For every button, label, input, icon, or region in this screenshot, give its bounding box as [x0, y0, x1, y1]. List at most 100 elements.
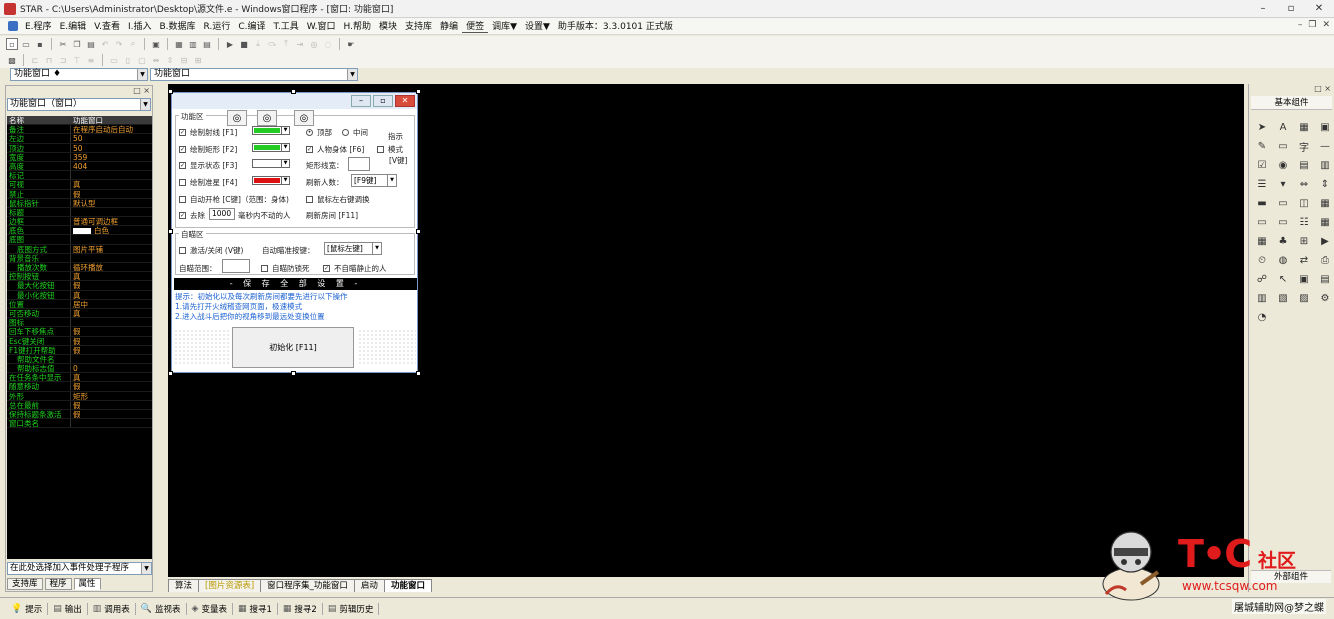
rect-color-picker[interactable]: ▼ [252, 143, 290, 152]
property-value[interactable]: 真 [71, 309, 152, 317]
run-icon[interactable]: ▶ [224, 38, 236, 50]
status-color-picker[interactable]: ▼ [252, 159, 290, 168]
property-value[interactable]: 假 [71, 190, 152, 198]
document-tab[interactable]: 窗口程序集_功能窗口 [260, 579, 355, 592]
cascade-icon[interactable]: ▤ [201, 38, 213, 50]
form-designer-window[interactable]: – ▫ ✕ 功能区 ◎ ◎ ◎ ✓ 绘制射线 [F1] ▼ ✓ 绘制矩形 [F2] … [171, 92, 418, 373]
menu-item[interactable]: 支持库 [401, 19, 436, 33]
clock-icon[interactable]: ◔ [1253, 309, 1271, 326]
form-icon[interactable]: ▧ [1274, 290, 1292, 307]
chart-icon[interactable]: ▦ [1316, 214, 1334, 231]
draw-rect-checkbox[interactable]: ✓ 绘制矩形 [F2] [179, 144, 237, 155]
page-icon[interactable]: ⊞ [1295, 233, 1313, 250]
grid-icon[interactable]: ▦ [1316, 195, 1334, 212]
property-value[interactable] [71, 235, 152, 243]
property-value[interactable]: 50 [71, 144, 152, 152]
report-icon[interactable]: ▥ [1253, 290, 1271, 307]
settings-icon[interactable]: ⚙ [1316, 290, 1334, 307]
media-icon[interactable]: ▶ [1316, 233, 1334, 250]
resize-handle[interactable] [291, 89, 296, 94]
property-value[interactable]: 循环播放 [71, 263, 152, 271]
radio-icon[interactable]: ◉ [1274, 157, 1292, 174]
status-tab-output[interactable]: ▤ 输出 [48, 602, 88, 615]
document-tab[interactable]: [图片资源表] [198, 579, 262, 592]
status-tab-variable-table[interactable]: ◈ 变量表 [187, 602, 233, 615]
top-radio[interactable]: • 顶部 [306, 127, 332, 138]
listbox-icon[interactable]: ☰ [1253, 176, 1271, 193]
tab-icon[interactable]: ▬ [1253, 195, 1271, 212]
property-row[interactable]: 标题 [7, 207, 152, 218]
calendar-icon[interactable]: ▨ [1295, 290, 1313, 307]
align-middle-icon[interactable]: ≡ [85, 54, 97, 66]
document-tab[interactable]: 启动 [353, 579, 385, 592]
menu-item[interactable]: W.窗口 [303, 19, 340, 33]
text-icon[interactable]: 字 [1295, 138, 1313, 155]
split-icon[interactable]: ◫ [1295, 195, 1313, 212]
menu-item[interactable]: B.数据库 [156, 19, 200, 33]
watch-icon[interactable]: ◌ [322, 38, 334, 50]
property-value[interactable]: 功能窗口 [71, 116, 152, 125]
close-button[interactable]: ✕ [1306, 1, 1332, 16]
property-row[interactable]: 底色 白色 [7, 226, 152, 236]
property-row[interactable]: 鼠标指针 默认型 [7, 198, 152, 208]
resize-handle[interactable] [416, 371, 421, 376]
aim-key-select[interactable]: [鼠标左键] ▼ [324, 242, 382, 255]
property-value[interactable]: 假 [71, 382, 152, 390]
property-row[interactable]: 帮助标志值 0 [7, 364, 152, 374]
property-value[interactable]: 默认型 [71, 199, 152, 207]
property-value[interactable]: 假 [71, 281, 152, 289]
property-row[interactable]: 高度 404 [7, 161, 152, 172]
property-row[interactable]: 帮助文件名 [7, 354, 152, 365]
property-row[interactable]: 左边 50 [7, 134, 152, 144]
property-value[interactable] [71, 254, 152, 262]
aim-prevent-checkbox[interactable]: 自瞄防锁死 [261, 263, 310, 274]
property-value[interactable]: 假 [71, 327, 152, 335]
menu-item[interactable]: T.工具 [270, 19, 303, 33]
status-tab-hint[interactable]: 💡 提示 [6, 602, 49, 615]
draw-ray-checkbox[interactable]: ✓ 绘制射线 [F1] [179, 127, 237, 138]
draw-crosshair-checkbox[interactable]: 绘制准星 [F4] [179, 177, 237, 188]
menu-item[interactable]: 静编 [436, 19, 462, 33]
combobox-icon[interactable]: ▾ [1274, 176, 1292, 193]
property-row[interactable]: 最小化按钮真 [7, 290, 152, 300]
align-right-icon[interactable]: ⊐ [57, 54, 69, 66]
property-grid[interactable]: 名称 功能窗口 备注 在程序启动后自动 左边 50 顶边 50 宽度 359 高度 404 标记 可视真禁… [7, 116, 152, 559]
same-height-icon[interactable]: ▯ [122, 54, 134, 66]
mdi-close-button[interactable]: ✕ [1322, 20, 1330, 30]
same-width-icon[interactable]: ▭ [108, 54, 120, 66]
property-row[interactable]: 回车下移焦点假 [7, 327, 152, 337]
undo-icon[interactable]: ↶ [99, 38, 111, 50]
find-icon[interactable]: ⌕ [127, 38, 139, 50]
panel-icon[interactable]: ▥ [1316, 157, 1334, 174]
property-value[interactable] [71, 208, 152, 216]
center-h-icon[interactable]: ⊟ [178, 54, 190, 66]
mouse-switch-checkbox[interactable]: 鼠标左右键调换 [306, 194, 370, 205]
new-file-icon[interactable]: ▫ [6, 38, 18, 50]
property-row[interactable]: Esc键关闭假 [7, 336, 152, 346]
align-center-icon[interactable]: ⊓ [43, 54, 55, 66]
object-combo[interactable]: 功能窗口 ♦ ▼ [10, 68, 148, 81]
tile-icon[interactable]: ▥ [187, 38, 199, 50]
menu-item[interactable]: V.查看 [90, 19, 124, 33]
step-out-icon[interactable]: ⤒ [280, 38, 292, 50]
property-value[interactable]: 图片平铺 [71, 245, 152, 253]
property-value[interactable]: 真 [71, 272, 152, 280]
property-value[interactable] [71, 171, 152, 179]
panel-tab[interactable]: 支持库 [7, 578, 43, 590]
menu-item[interactable]: E.程序 [21, 19, 56, 33]
resize-handle[interactable] [168, 371, 173, 376]
line-icon[interactable]: — [1316, 138, 1334, 155]
property-value[interactable]: 真 [71, 180, 152, 188]
property-value[interactable]: 404 [71, 162, 152, 170]
tree-icon[interactable]: ♣ [1274, 233, 1292, 250]
property-value[interactable]: 50 [71, 134, 152, 142]
align-left-icon[interactable]: ⊏ [29, 54, 41, 66]
browser-icon[interactable]: ▤ [1316, 271, 1334, 288]
property-row[interactable]: 总在最前假 [7, 400, 152, 410]
menu-item[interactable]: E.编辑 [56, 19, 91, 33]
property-row[interactable]: 窗口类名 [7, 419, 152, 429]
property-row[interactable]: 备注 在程序启动后自动 [7, 125, 152, 135]
property-value[interactable]: 假 [71, 401, 152, 409]
button-icon[interactable]: ▭ [1253, 214, 1271, 231]
property-value[interactable]: 假 [71, 337, 152, 345]
